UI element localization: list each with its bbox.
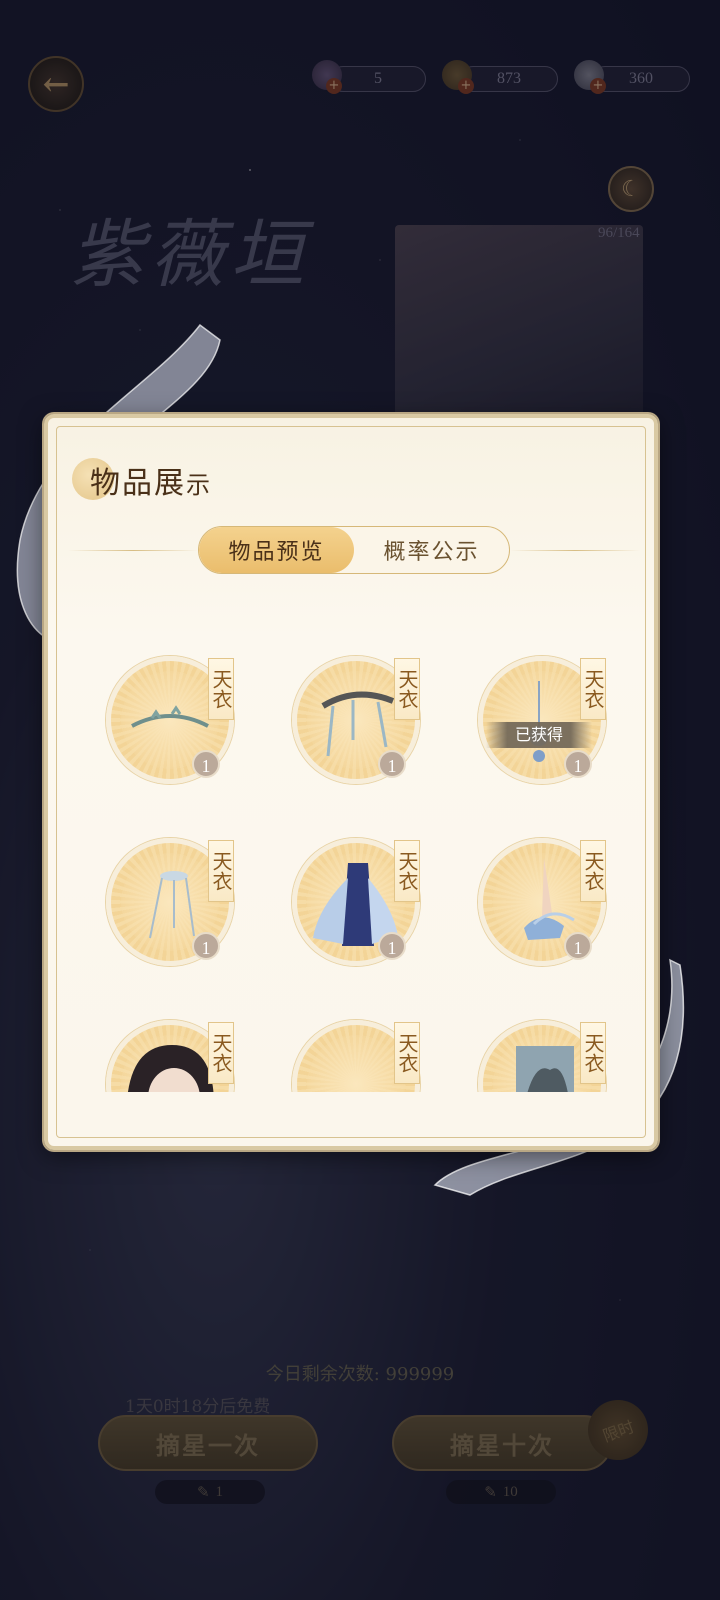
item-count: 1 [192,750,220,778]
item-earring[interactable]: 已获得 天衣 1 [474,646,614,786]
item-tag: 天衣 [580,658,606,720]
item-tag: 天衣 [208,840,234,902]
item-display-modal: 物品展示 物品预览 概率公示 天衣 1 天衣 1 已获得 天衣 1 天衣 1 天… [44,414,658,1150]
item-count: 1 [564,750,592,778]
modal-title: 物品展示 [90,466,212,501]
item-unknown[interactable]: 天衣 [288,1010,428,1092]
tab-probability[interactable]: 概率公示 [354,527,509,573]
item-tag: 天衣 [580,1022,606,1084]
item-portrait[interactable]: 天衣 [102,1010,242,1092]
item-shoes[interactable]: 天衣 1 [474,828,614,968]
item-grid: 天衣 1 天衣 1 已获得 天衣 1 天衣 1 天衣 1 天衣 1 天衣 天衣 … [88,646,628,1092]
item-count: 1 [192,932,220,960]
tab-divider-left [68,550,198,551]
item-dress[interactable]: 天衣 1 [288,828,428,968]
tab-item-preview[interactable]: 物品预览 [199,527,354,573]
modal-tabs: 物品预览 概率公示 [198,526,510,574]
item-tag: 天衣 [208,1022,234,1084]
item-count: 1 [378,932,406,960]
item-card[interactable]: 天衣 [474,1010,614,1092]
obtained-label: 已获得 [486,722,592,748]
item-count: 1 [378,750,406,778]
item-count: 1 [564,932,592,960]
item-tag: 天衣 [394,840,420,902]
item-hairband[interactable]: 天衣 1 [102,646,242,786]
item-tag: 天衣 [208,658,234,720]
portrait-icon [128,1045,214,1092]
tab-divider-right [510,550,640,551]
item-tag: 天衣 [580,840,606,902]
card-icon [516,1046,574,1092]
item-tag: 天衣 [394,1022,420,1084]
item-hairpin[interactable]: 天衣 1 [102,828,242,968]
item-tag: 天衣 [394,658,420,720]
item-headpiece[interactable]: 天衣 1 [288,646,428,786]
